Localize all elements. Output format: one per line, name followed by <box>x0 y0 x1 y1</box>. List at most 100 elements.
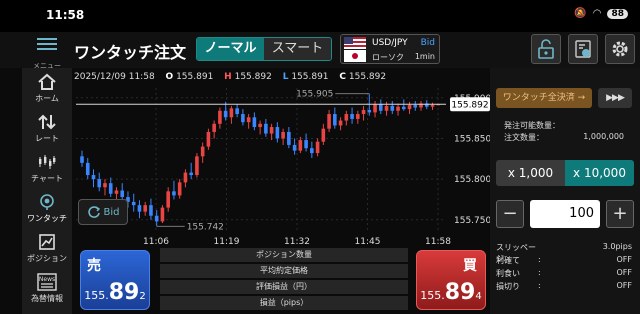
sidebar-item-home[interactable]: ホーム <box>22 68 72 108</box>
hamburger-icon <box>37 38 57 50</box>
option-sep: : <box>538 268 541 277</box>
sidebar-item-label: ポジション <box>27 254 67 263</box>
sidebar: ホーム レート チャート ワンタッチ ポジション News 為替情報 <box>22 68 72 314</box>
sidebar-item-label: 為替情報 <box>31 294 63 303</box>
sidebar-item-onetouch[interactable]: ワンタッチ <box>22 188 72 228</box>
onetouch-close-all-button[interactable]: ワンタッチ全決済 → <box>496 88 592 108</box>
japan-flag-icon <box>344 50 366 62</box>
candle-body <box>235 108 239 115</box>
decrement-button[interactable]: − <box>496 200 524 228</box>
option-profit-taking[interactable]: 利食い: OFF <box>496 268 632 279</box>
status-bar: 11:58 🔕 ◠ 88 <box>0 0 640 32</box>
candle-body <box>229 108 234 118</box>
candle-body <box>80 156 84 163</box>
settings-button[interactable] <box>605 34 635 64</box>
settings-shortcut-button[interactable] <box>568 34 598 64</box>
buy-button[interactable]: 買 155.894 <box>416 250 486 310</box>
candle-body <box>131 201 136 206</box>
buy-price-pip: 4 <box>475 291 482 302</box>
sidebar-item-label: レート <box>35 134 59 143</box>
refresh-icon <box>87 206 100 218</box>
candle-body <box>298 140 303 151</box>
key-settings-icon <box>575 40 591 58</box>
gear-icon <box>612 41 628 57</box>
summary-row: ポジション数量 <box>160 248 408 262</box>
mute-icon: 🔕 <box>574 8 587 19</box>
candle-body <box>166 191 170 208</box>
chart-kind: ローソク <box>372 53 404 62</box>
lot-option-10000[interactable]: x 10,000 <box>565 160 634 186</box>
home-icon <box>38 73 56 90</box>
buy-label: 買 <box>463 258 477 274</box>
candle-body <box>149 205 153 216</box>
option-value: OFF <box>616 268 633 277</box>
candle-body <box>120 190 125 198</box>
buy-price-head: 155. <box>420 289 445 302</box>
x-tick-label: 11:58 <box>425 237 451 247</box>
candle-body <box>292 144 297 151</box>
option-value: OFF <box>616 255 633 264</box>
candle-body <box>407 105 412 110</box>
x-tick-label: 11:06 <box>143 237 169 247</box>
high-label: H <box>224 72 232 82</box>
sidebar-item-chart[interactable]: チャート <box>22 148 72 188</box>
candle-body <box>373 104 377 113</box>
page-title: ワンタッチ注文 <box>74 43 187 62</box>
close-label: C <box>339 72 347 82</box>
quantity-input[interactable]: 100 <box>530 200 600 228</box>
menu-button[interactable]: メニュー <box>32 34 62 70</box>
candle-body <box>367 109 372 113</box>
sell-button[interactable]: 売 155.892 <box>80 250 150 310</box>
tab-normal[interactable]: ノーマル <box>197 38 264 60</box>
order-qty-label: 注文数量： <box>504 133 544 142</box>
increment-button[interactable]: + <box>606 200 634 228</box>
sell-price-big: 89 <box>108 280 140 305</box>
bid-toggle-button[interactable]: Bid <box>78 199 128 225</box>
candle-body <box>91 175 96 180</box>
candle-body <box>218 110 222 124</box>
buy-price-big: 89 <box>444 280 476 305</box>
candle-body <box>154 215 159 222</box>
current-price-label: 155.892 <box>451 100 488 110</box>
option-key: 損切り <box>496 282 520 291</box>
news-icon: News <box>37 273 57 291</box>
price-chart[interactable]: 155.900155.850155.800155.75011:0611:1911… <box>72 84 490 248</box>
candle-body <box>200 146 205 157</box>
y-tick-label: 155.800 <box>454 175 490 185</box>
lock-button[interactable] <box>531 34 561 64</box>
lot-option-1000[interactable]: x 1,000 <box>496 160 565 186</box>
candle-body <box>327 114 331 129</box>
us-flag-icon <box>344 37 366 49</box>
summary-row: 平均約定価格 <box>160 264 408 278</box>
candle-body <box>401 106 406 110</box>
sidebar-item-news[interactable]: News 為替情報 <box>22 268 72 308</box>
candle-body <box>344 114 349 121</box>
candle-body <box>137 205 142 212</box>
x-tick-label: 11:45 <box>355 237 381 247</box>
close-value: 155.892 <box>348 72 387 82</box>
min-price-label: 155.742 <box>187 222 224 232</box>
sidebar-item-position[interactable]: ポジション <box>22 228 72 268</box>
candle-body <box>241 114 245 123</box>
candle-body <box>321 128 326 142</box>
candle-body <box>223 110 228 118</box>
low-label: L <box>282 72 289 82</box>
candle-body <box>269 127 274 134</box>
currency-pair-selector[interactable]: USD/JPY Bid ローソク 1min <box>340 34 440 64</box>
quantity-stepper: − 100 + <box>496 200 634 228</box>
more-button[interactable]: ▶▶▶ <box>598 88 632 108</box>
summary-row: 損益（pips） <box>160 296 408 310</box>
chart-icon <box>39 155 56 169</box>
sidebar-item-rate[interactable]: レート <box>22 108 72 148</box>
candle-body <box>378 104 383 111</box>
orderable-qty-row: 発注可能数量： <box>504 120 624 131</box>
option-take-profit[interactable]: 利確て: OFF <box>496 255 632 266</box>
option-stop-loss[interactable]: 損切り: OFF <box>496 281 632 292</box>
tab-smart[interactable]: スマート <box>264 38 331 60</box>
flag-icons <box>344 37 366 62</box>
candle-body <box>143 205 148 212</box>
battery-icon: 88 <box>607 8 628 19</box>
candle-body <box>212 123 216 132</box>
candle-body <box>264 123 268 134</box>
candle-body <box>172 191 176 196</box>
